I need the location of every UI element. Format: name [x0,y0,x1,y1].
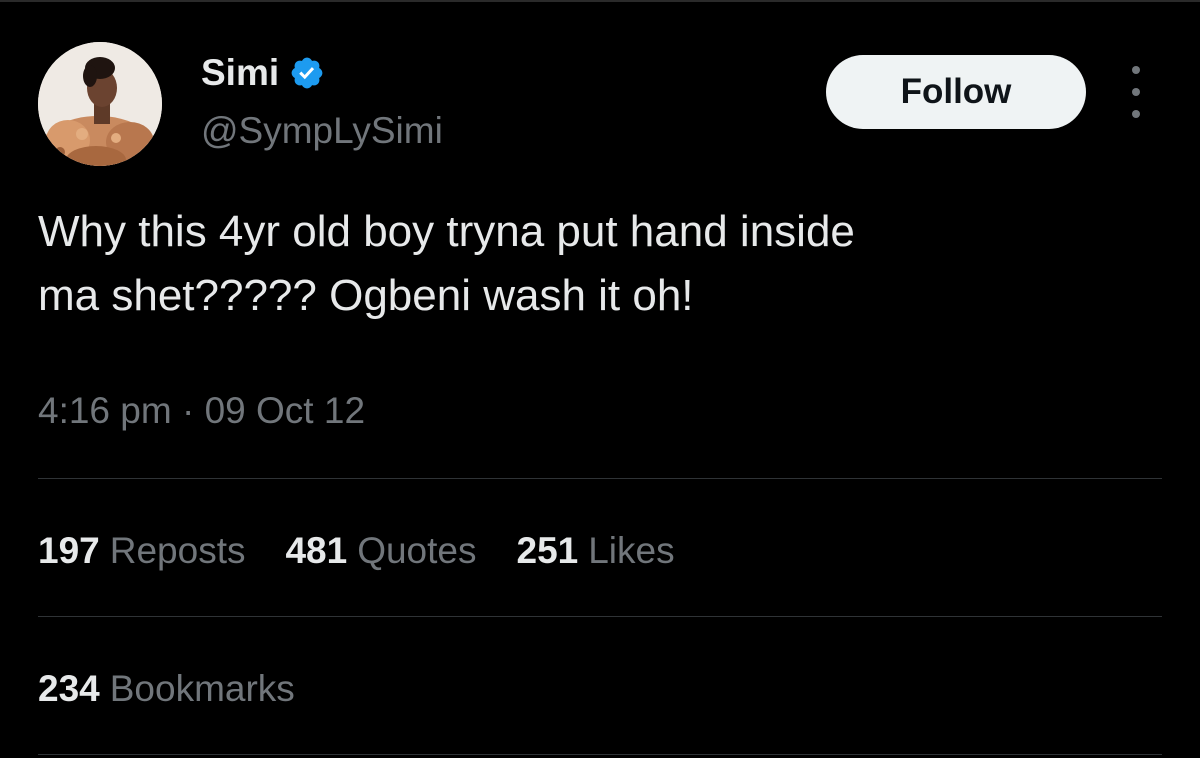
quotes-count: 481 [285,530,348,571]
reposts-count: 197 [38,530,100,571]
quotes-stat[interactable]: 481 Quotes [285,530,476,572]
author-name-row: Simi [201,50,325,96]
divider [38,616,1162,617]
likes-stat[interactable]: 251 Likes [517,530,675,572]
tweet-text-line-2: ma shet????? Ogbeni wash it oh! [38,271,694,320]
more-dot [1132,88,1140,96]
tweet-timestamp[interactable]: 4:16 pm · 09 Oct 12 [38,388,365,434]
more-dot [1132,66,1140,74]
top-edge [0,0,1200,2]
author-handle[interactable]: @SympLySimi [201,108,443,154]
likes-count: 251 [516,530,579,571]
divider [38,478,1162,479]
divider [38,754,1162,755]
more-dot [1132,110,1140,118]
follow-button[interactable]: Follow [826,55,1086,129]
bookmarks-stat[interactable]: 234 Bookmarks [38,664,295,714]
tweet-text-line-1: Why this 4yr old boy tryna put hand insi… [38,207,855,256]
likes-label: Likes [588,530,675,571]
tweet-text: Why this 4yr old boy tryna put hand insi… [38,200,1168,328]
bookmarks-count: 234 [38,668,100,709]
avatar-photo [38,42,162,166]
avatar[interactable] [38,42,162,166]
engagement-stats: 197 Reposts 481 Quotes 251 Likes [38,526,715,576]
display-name[interactable]: Simi [201,50,279,96]
quotes-label: Quotes [357,530,477,571]
reposts-label: Reposts [109,530,246,571]
tweet-time: 4:16 pm [38,390,172,431]
reposts-stat[interactable]: 197 Reposts [38,530,245,572]
verified-badge-icon [289,55,325,91]
bookmarks-label: Bookmarks [109,668,295,709]
timestamp-separator: · [181,390,195,431]
tweet-date: 09 Oct 12 [204,390,366,431]
more-vertical-icon[interactable] [1119,66,1153,118]
